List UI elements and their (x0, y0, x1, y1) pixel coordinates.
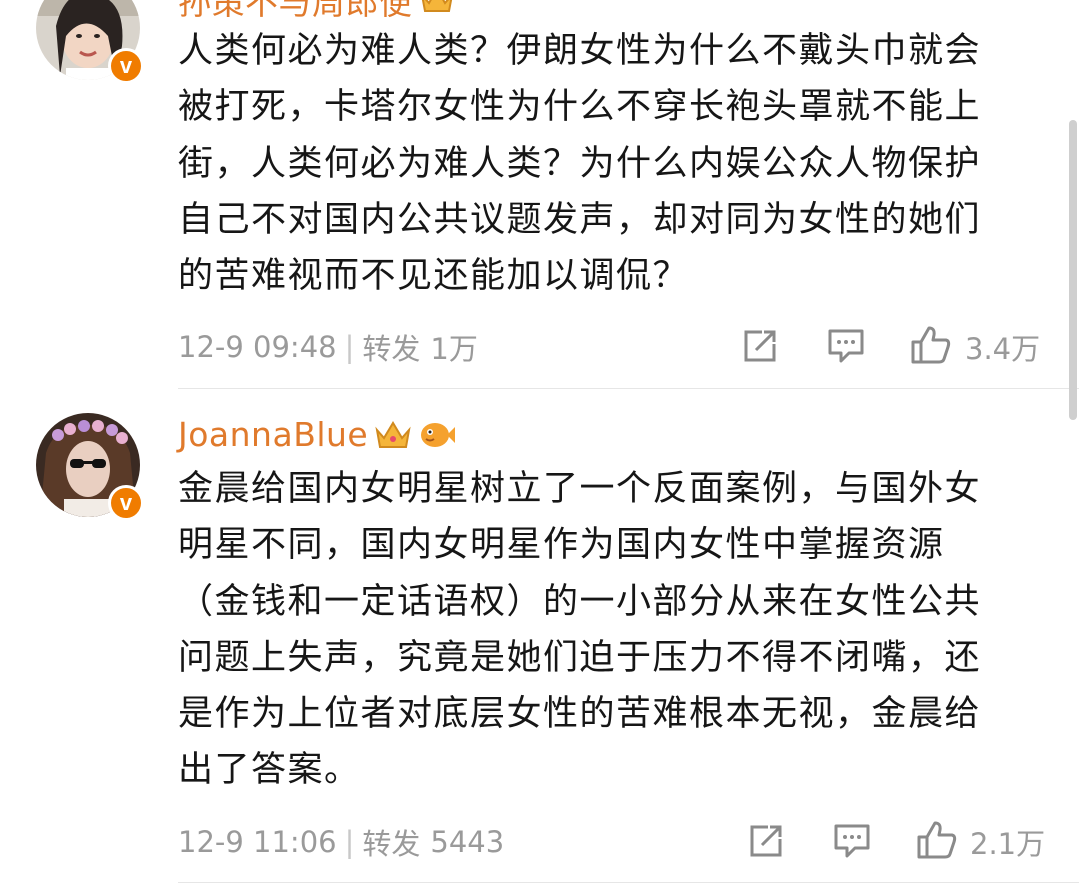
comment-line: 自己不对国内公共议题发声，却对同为女性的她们 (178, 199, 982, 240)
comment-body: 金晨给国内女明星树立了一个反面案例，与国外女 明星不同，国内女明星作为国内女性中… (178, 461, 1038, 799)
username[interactable]: 孙策不与周郎便 (178, 0, 455, 24)
comment-body: 人类何必为难人类？伊朗女性为什么不戴头巾就会 被打死，卡塔尔女性为什么不穿长袍头… (178, 23, 1038, 304)
avatar[interactable]: v (36, 0, 144, 84)
comment-line: 人类何必为难人类？伊朗女性为什么不戴头巾就会 (178, 31, 982, 71)
scrollbar[interactable] (1069, 120, 1077, 420)
comment-item: v 孙策不与周郎便 人类何必为难人类？伊朗女性为什么不戴头巾就会 被打死，卡塔尔… (0, 0, 1079, 390)
repost-count: 1万 (430, 332, 478, 366)
avatar[interactable]: v (36, 413, 144, 521)
crown-badge-icon (375, 420, 411, 448)
like-count: 2.1万 (970, 827, 1046, 861)
comment-line: （金钱和一定话语权）的一小部分从来在女性公共 (178, 581, 982, 622)
divider (178, 388, 1079, 389)
comment-line: 明星不同，国内女明星作为国内女性中掌握资源 (178, 525, 945, 566)
timestamp: 12-9 11:06 (178, 825, 337, 859)
repost-label[interactable]: 转发 (362, 326, 420, 368)
meta-separator: | (344, 825, 355, 859)
timestamp: 12-9 09:48 (178, 330, 337, 364)
comment-line: 是作为上位者对底层女性的苦难根本无视，金晨给 (178, 694, 982, 735)
comment-line: 出了答案。 (178, 750, 361, 791)
crown-badge-icon (421, 0, 452, 12)
repost-count: 5443 (430, 825, 505, 859)
comment-item: v JoannaBlue 金晨给国内女明星树立了一个反面案例，与国外女 明星不同… (0, 390, 1079, 886)
verified-badge: v (108, 48, 144, 84)
like-count: 3.4万 (965, 332, 1041, 366)
fish-badge-icon (421, 422, 456, 447)
comment-icon[interactable] (827, 328, 865, 364)
repost-label[interactable]: 转发 (362, 821, 420, 863)
share-icon[interactable] (748, 823, 784, 859)
comment-meta: 12-9 09:48 | 转发 1万 (178, 326, 478, 368)
divider (178, 882, 1079, 883)
comment-line: 被打死，卡塔尔女性为什么不穿长袍头罩就不能上 (178, 87, 982, 128)
comment-line: 问题上失声，究竟是她们迫于压力不得不闭嘴，还 (178, 637, 982, 678)
comment-meta: 12-9 11:06 | 转发 5443 (178, 821, 504, 863)
like-icon[interactable] (910, 325, 952, 365)
comment-line: 街，人类何必为难人类？为什么内娱公众人物保护 (178, 143, 982, 184)
meta-separator: | (344, 330, 355, 364)
share-icon[interactable] (742, 328, 778, 364)
comment-line: 的苦难视而不见还能加以调侃？ (178, 256, 690, 297)
comment-icon[interactable] (833, 823, 871, 859)
verified-badge: v (108, 485, 144, 521)
comment-line: 金晨给国内女明星树立了一个反面案例，与国外女 (178, 469, 982, 509)
username[interactable]: JoannaBlue (178, 415, 456, 454)
username-text: 孙策不与周郎便 (178, 0, 413, 22)
like-icon[interactable] (916, 820, 958, 860)
username-text: JoannaBlue (178, 415, 369, 454)
